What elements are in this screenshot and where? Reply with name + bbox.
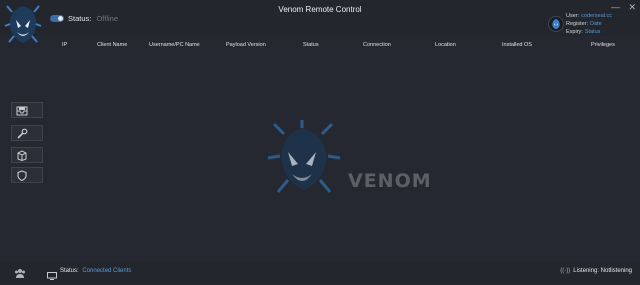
column-header-status[interactable]: Status [303,42,319,48]
sidebar-item-security[interactable] [11,167,43,183]
sidebar-item-builder[interactable] [11,147,43,163]
column-header-connection[interactable]: Connection [363,42,391,48]
column-header-username[interactable]: Username/PC Name [149,42,200,48]
close-button[interactable]: ✕ [628,2,636,12]
client-table-header: IP Client Name Username/PC Name Payload … [46,40,640,50]
user-value: coderseal.cc [581,13,613,19]
sidebar-item-tools[interactable] [11,125,43,141]
column-header-location[interactable]: Location [435,42,456,48]
footer-status-value: Connected Clients [82,268,132,274]
status-label: Status: [68,14,92,23]
sidebar-item-inbox[interactable] [11,102,43,118]
column-header-privileges[interactable]: Privileges [591,42,615,48]
user-avatar [548,16,564,32]
column-header-ip[interactable]: IP [62,42,67,48]
register-label: Register: [566,21,589,27]
status-value: Offline [96,14,118,23]
client-status: Status: Connected Clients [60,268,131,274]
clients-group-icon[interactable] [14,265,26,283]
listening-status: ((·)) Listening: Notlistening [560,268,632,274]
column-header-installed-os[interactable]: Installed OS [502,42,532,48]
user-label: User: [566,13,580,19]
footer-status-label: Status: [60,268,79,274]
minimize-button[interactable]: — [611,2,620,12]
expiry-value: Status [584,29,601,35]
signal-icon: ((·)) [560,268,571,274]
column-header-payload-version[interactable]: Payload Version [226,42,266,48]
venom-watermark-text: VENOM [348,170,432,192]
column-header-client-name[interactable]: Client Name [97,42,127,48]
app-title: Venom Remote Control [278,5,362,14]
status-toggle[interactable] [50,15,64,22]
expiry-label: Expiry: [566,29,583,35]
listening-text: Listening: Notlistening [573,268,632,274]
connection-status: Status: Offline [68,14,118,23]
user-info: User: coderseal.cc Register: Date Expiry: S… [566,12,612,36]
monitor-icon [47,267,57,285]
register-value: Date [590,21,602,27]
